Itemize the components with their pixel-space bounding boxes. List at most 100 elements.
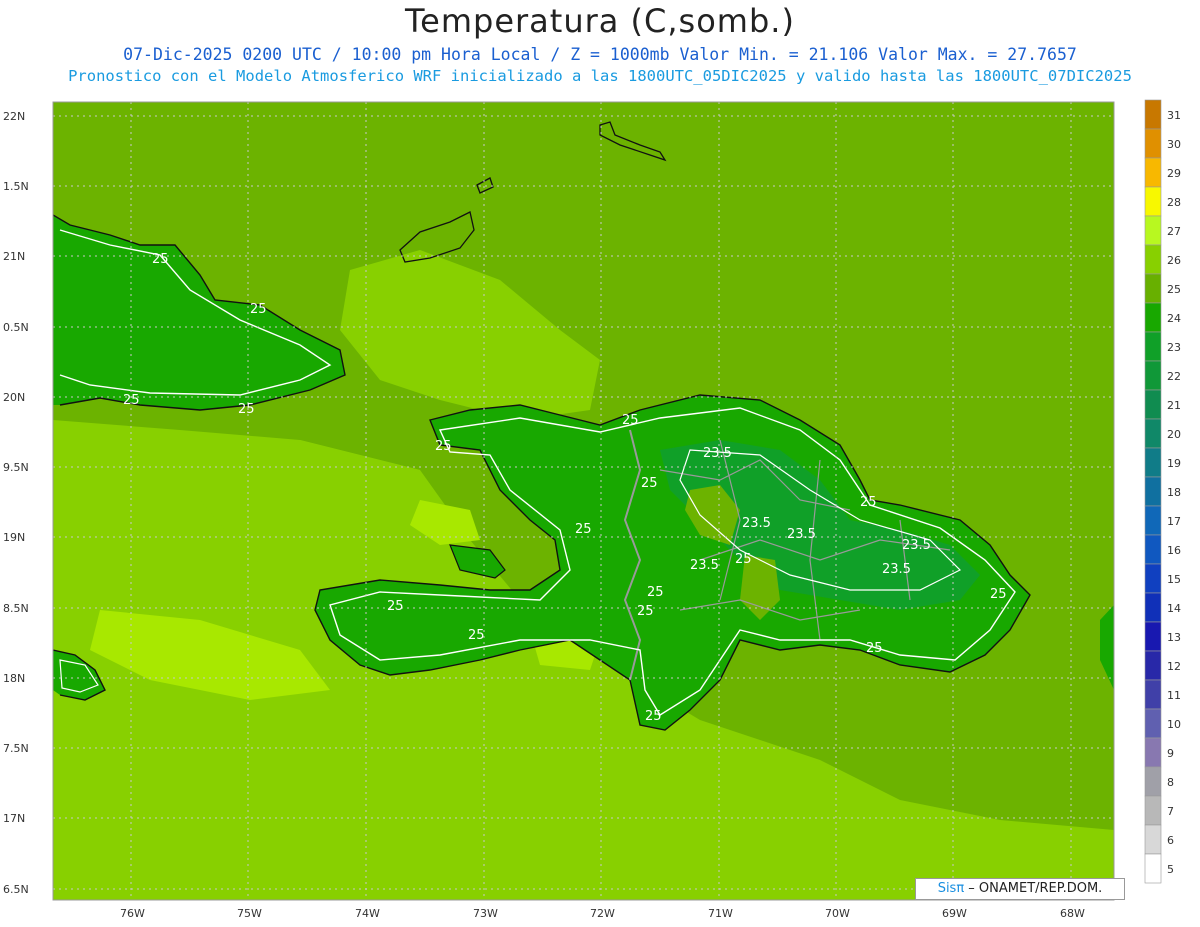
colorbar-label: 31 (1167, 109, 1181, 122)
colorbar-swatch (1144, 795, 1162, 826)
colorbar-swatch (1144, 679, 1162, 710)
lat-label: 19N (3, 531, 25, 544)
colorbar-swatch (1144, 621, 1162, 652)
colorbar-swatch (1144, 99, 1162, 130)
colorbar-label: 21 (1167, 399, 1181, 412)
colorbar-label: 10 (1167, 718, 1181, 731)
colorbar-swatch (1144, 389, 1162, 420)
contour-label: 25 (641, 476, 658, 491)
credit-text: – ONAMET/REP.DOM. (964, 881, 1103, 896)
lat-label: 20N (3, 391, 25, 404)
contour-label: 25 (622, 413, 639, 428)
colorbar-swatch (1144, 505, 1162, 536)
lon-label: 72W (590, 907, 615, 920)
lat-label: 1.5N (3, 180, 29, 193)
colorbar-label: 13 (1167, 631, 1181, 644)
colorbar-label: 8 (1167, 776, 1174, 789)
colorbar-swatch (1144, 215, 1162, 246)
colorbar-label: 6 (1167, 834, 1174, 847)
contour-label: 25 (387, 599, 404, 614)
colorbar-swatch (1144, 128, 1162, 159)
colorbar-label: 12 (1167, 660, 1181, 673)
contour-label: 25 (990, 587, 1007, 602)
colorbar-swatch (1144, 824, 1162, 855)
colorbar-label: 25 (1167, 283, 1181, 296)
colorbar: 31 30 29 28 27 26 25 24 23 22 21 20 19 18 17 16 15 14 13 12… (1144, 99, 1181, 884)
colorbar-label: 29 (1167, 167, 1181, 180)
lat-label: 9.5N (3, 461, 29, 474)
colorbar-swatch (1144, 418, 1162, 449)
contour-label: 25 (575, 522, 592, 537)
colorbar-label: 14 (1167, 602, 1181, 615)
lat-axis: 22N 1.5N 21N 0.5N 20N 9.5N 19N 8.5N 18N … (3, 110, 29, 896)
colorbar-swatch (1144, 360, 1162, 391)
colorbar-swatch (1144, 737, 1162, 768)
contour-label: 25 (645, 709, 662, 724)
lon-label: 74W (355, 907, 380, 920)
lat-label: 22N (3, 110, 25, 123)
contour-label: 25 (735, 552, 752, 567)
colorbar-swatch (1144, 563, 1162, 594)
contour-label: 25 (637, 604, 654, 619)
lat-label: 7.5N (3, 742, 29, 755)
colorbar-swatch (1144, 708, 1162, 739)
lon-label: 76W (120, 907, 145, 920)
colorbar-label: 20 (1167, 428, 1181, 441)
colorbar-label: 11 (1167, 689, 1181, 702)
lat-label: 8.5N (3, 602, 29, 615)
lon-label: 69W (942, 907, 967, 920)
colorbar-label: 28 (1167, 196, 1181, 209)
colorbar-swatch (1144, 186, 1162, 217)
contour-label: 25 (123, 393, 140, 408)
contour-label: 25 (238, 402, 255, 417)
lat-label: 18N (3, 672, 25, 685)
contour-label: 25 (860, 495, 877, 510)
lon-axis: 76W 75W 74W 73W 72W 71W 70W 69W 68W (120, 907, 1085, 920)
colorbar-swatch (1144, 157, 1162, 188)
colorbar-label: 16 (1167, 544, 1181, 557)
colorbar-swatch (1144, 853, 1162, 884)
contour-label: 25 (468, 628, 485, 643)
colorbar-swatch (1144, 650, 1162, 681)
sispi-logo: Sisπ (937, 881, 965, 896)
contour-label: 25 (647, 585, 664, 600)
lat-label: 0.5N (3, 321, 29, 334)
colorbar-label: 22 (1167, 370, 1181, 383)
contour-label: 25 (250, 302, 267, 317)
lat-label: 17N (3, 812, 25, 825)
contour-label: 23.5 (882, 562, 911, 577)
colorbar-swatch (1144, 331, 1162, 362)
colorbar-swatch (1144, 476, 1162, 507)
lon-label: 68W (1060, 907, 1085, 920)
colorbar-swatch (1144, 447, 1162, 478)
colorbar-swatch (1144, 766, 1162, 797)
colorbar-label: 7 (1167, 805, 1174, 818)
lon-label: 70W (825, 907, 850, 920)
contour-label: 23.5 (902, 538, 931, 553)
colorbar-label: 18 (1167, 486, 1181, 499)
contour-label: 25 (435, 439, 452, 454)
colorbar-swatch (1144, 244, 1162, 275)
colorbar-label: 23 (1167, 341, 1181, 354)
colorbar-label: 26 (1167, 254, 1181, 267)
contour-label: 23.5 (742, 516, 771, 531)
colorbar-label: 30 (1167, 138, 1181, 151)
lon-label: 71W (708, 907, 733, 920)
colorbar-swatch (1144, 534, 1162, 565)
lon-label: 73W (473, 907, 498, 920)
colorbar-swatch (1144, 273, 1162, 304)
lat-label: 6.5N (3, 883, 29, 896)
colorbar-swatch (1144, 592, 1162, 623)
colorbar-label: 9 (1167, 747, 1174, 760)
colorbar-swatch (1144, 302, 1162, 333)
contour-label: 23.5 (787, 527, 816, 542)
lat-label: 21N (3, 250, 25, 263)
contour-label: 25 (866, 641, 883, 656)
lon-label: 75W (237, 907, 262, 920)
temperature-map: 25 25 25 25 25 25 23.5 25 25 23.5 23.5 2… (3, 99, 1181, 920)
colorbar-label: 17 (1167, 515, 1181, 528)
colorbar-label: 24 (1167, 312, 1181, 325)
contour-label: 25 (152, 252, 169, 267)
colorbar-label: 27 (1167, 225, 1181, 238)
colorbar-label: 19 (1167, 457, 1181, 470)
